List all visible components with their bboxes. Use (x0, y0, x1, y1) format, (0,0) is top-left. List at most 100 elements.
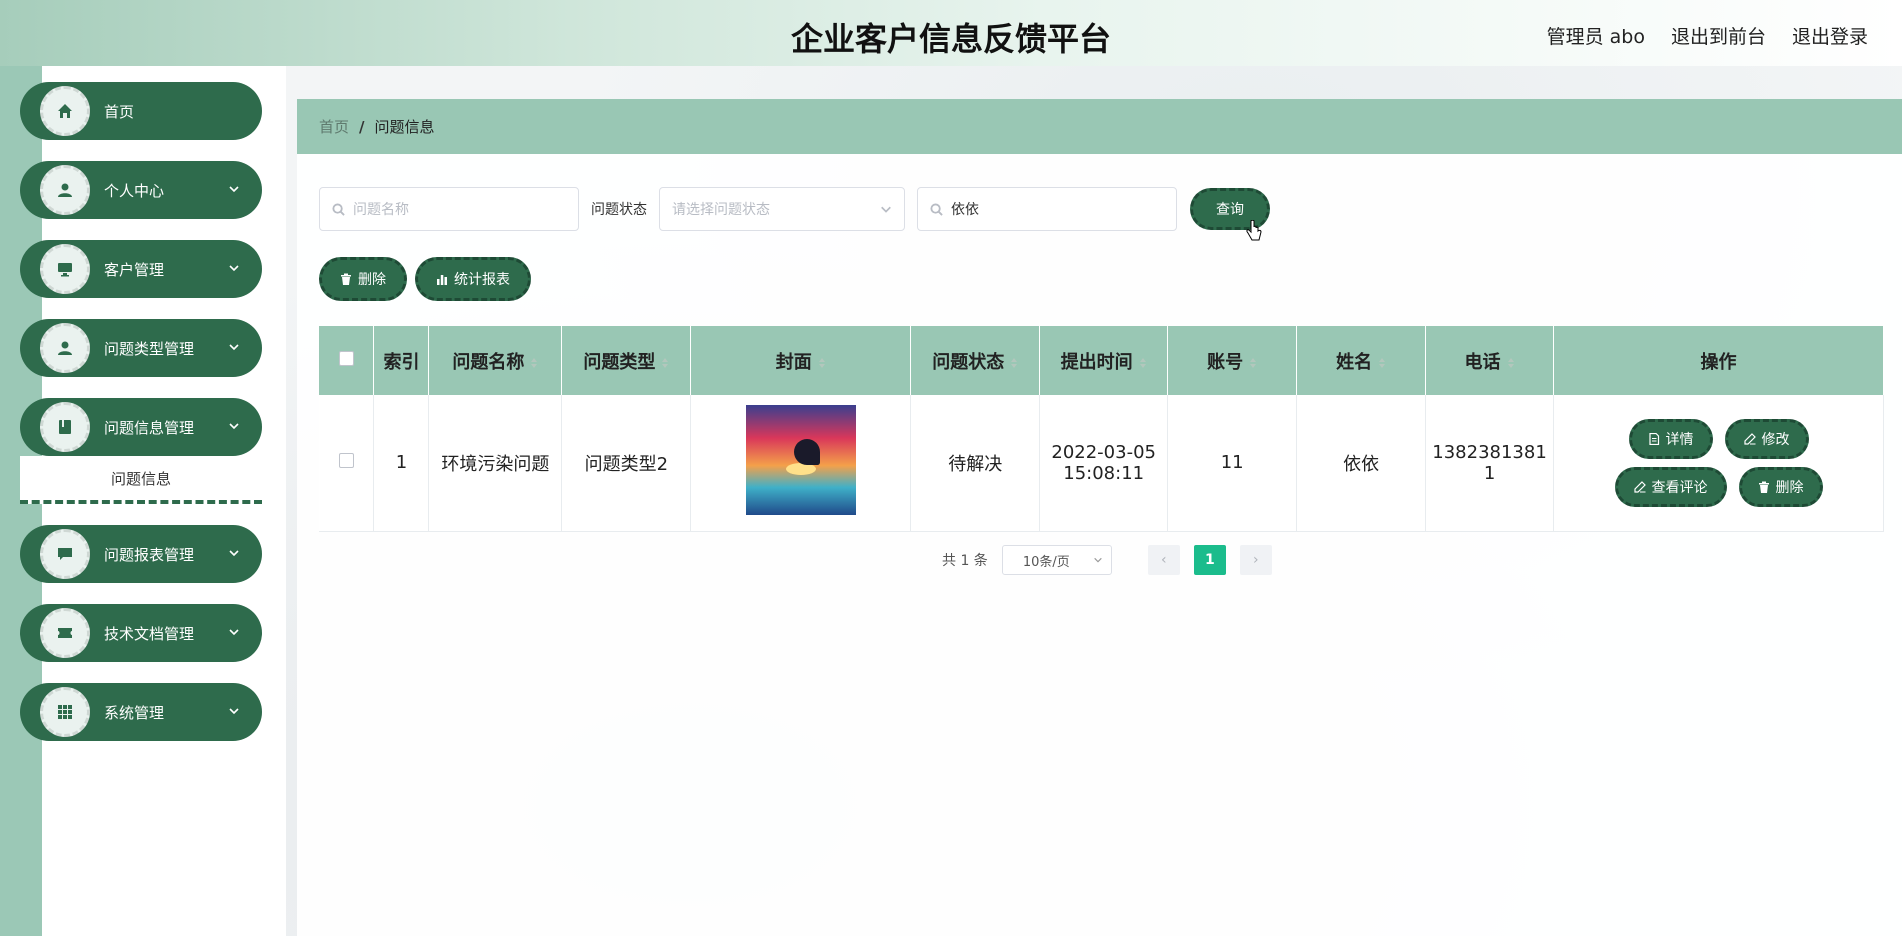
issue-name-input[interactable]: 问题名称 (319, 187, 579, 231)
document-icon (1648, 432, 1659, 445)
trash-icon (1758, 481, 1769, 493)
sort-icon (1507, 357, 1514, 368)
issue-name-placeholder: 问题名称 (353, 202, 409, 218)
select-all-header[interactable] (319, 326, 375, 395)
table-header-row: 索引 问题名称 问题类型 封面 问题状态 提出时间 账号 姓名 电话 操作 (319, 326, 1884, 395)
mouse-cursor-icon (1246, 220, 1262, 241)
sidebar-item-issue-report-management[interactable]: 问题报表管理 (20, 525, 262, 583)
detail-button[interactable]: 详情 (1628, 418, 1713, 459)
trash-icon (341, 273, 351, 285)
chevron-down-icon (1094, 557, 1102, 563)
breadcrumb-home[interactable]: 首页 (319, 116, 349, 137)
col-account[interactable]: 账号 (1167, 326, 1298, 395)
sidebar-menu: 首页 个人中心 客户管理 问题类型管理 问题信息管理 问题信息 问题报表管理 技… (20, 82, 262, 762)
search-bar: 问题名称 问题状态 请选择问题状态 依依 查询 (319, 187, 1270, 231)
col-phone[interactable]: 电话 (1425, 326, 1555, 395)
back-to-front-link[interactable]: 退出到前台 (1671, 22, 1766, 49)
sidebar-subitem-issue-info[interactable]: 问题信息 (20, 456, 262, 504)
sidebar-item-issue-type-management[interactable]: 问题类型管理 (20, 319, 262, 377)
home-icon (40, 86, 90, 136)
person-name-value: 依依 (951, 202, 979, 218)
total-count: 共 1 条 (942, 553, 988, 569)
logout-link[interactable]: 退出登录 (1792, 22, 1868, 49)
sidebar-item-home[interactable]: 首页 (20, 82, 262, 140)
sort-icon (1139, 357, 1146, 368)
breadcrumb-current: 问题信息 (374, 118, 435, 136)
sidebar-item-system-management[interactable]: 系统管理 (20, 683, 262, 741)
admin-user-label: 管理员 abo (1546, 26, 1645, 48)
cover-image[interactable] (745, 405, 856, 516)
row-delete-button[interactable]: 删除 (1738, 466, 1823, 507)
cell-person-name: 依依 (1296, 395, 1427, 532)
monitor-icon (40, 244, 90, 294)
batch-delete-button[interactable]: 删除 (319, 257, 407, 301)
edit-icon (1633, 480, 1646, 493)
user-icon (40, 323, 90, 373)
chat-icon (40, 529, 90, 579)
row-checkbox[interactable] (338, 453, 354, 469)
sort-icon (1011, 357, 1018, 368)
chevron-down-icon (229, 423, 239, 430)
col-issue-status[interactable]: 问题状态 (910, 326, 1041, 395)
sidebar-item-personal-center[interactable]: 个人中心 (20, 161, 262, 219)
person-name-input[interactable]: 依依 (917, 187, 1177, 231)
sidebar-item-customer-management[interactable]: 客户管理 (20, 240, 262, 298)
sort-icon (818, 357, 825, 368)
cell-cover (690, 395, 912, 532)
statistics-report-label: 统计报表 (454, 272, 510, 288)
col-person-name[interactable]: 姓名 (1296, 326, 1427, 395)
edit-icon (1743, 432, 1756, 445)
book-icon (40, 402, 90, 452)
col-index: 索引 (373, 326, 430, 395)
sidebar-item-label: 个人中心 (104, 181, 165, 200)
search-icon (332, 202, 345, 216)
sidebar-item-issue-info-management[interactable]: 问题信息管理 (20, 398, 262, 456)
cell-phone: 1382381381 1 (1425, 395, 1555, 532)
phone-line-2: 1 (1483, 462, 1496, 484)
user-icon (40, 165, 90, 215)
search-icon (930, 202, 943, 216)
col-issue-name[interactable]: 问题名称 (428, 326, 563, 395)
top-header: 企业客户信息反馈平台 管理员 abo 退出到前台 退出登录 (0, 0, 1902, 66)
sidebar-item-label: 问题类型管理 (104, 339, 195, 358)
chevron-down-icon (229, 186, 239, 193)
cell-submit-time: 2022-03-05 15:08:11 (1039, 395, 1169, 532)
chevron-down-icon (229, 550, 239, 557)
sidebar-item-tech-doc-management[interactable]: 技术文档管理 (20, 604, 262, 662)
cell-issue-name: 环境污染问题 (428, 395, 563, 532)
next-page-button[interactable]: › (1239, 545, 1272, 575)
chevron-down-icon (229, 265, 239, 272)
sort-icon (1379, 357, 1386, 368)
issue-status-placeholder: 请选择问题状态 (672, 202, 770, 218)
cell-issue-type: 问题类型2 (561, 395, 692, 532)
col-cover[interactable]: 封面 (690, 326, 912, 395)
select-all-checkbox[interactable] (338, 351, 354, 366)
sort-icon (1250, 357, 1257, 368)
row-select-cell[interactable] (319, 395, 375, 532)
batch-delete-label: 删除 (358, 272, 386, 288)
col-issue-type[interactable]: 问题类型 (561, 326, 692, 395)
issue-status-select[interactable]: 请选择问题状态 (659, 187, 905, 231)
pagination: 共 1 条 10条/页 ‹ 1 › (942, 545, 1272, 575)
chevron-down-icon (229, 344, 239, 351)
cell-issue-status: 待解决 (910, 395, 1041, 532)
chevron-down-icon (229, 708, 239, 715)
page-size-select[interactable]: 10条/页 (1001, 545, 1112, 575)
sidebar-item-label: 问题信息管理 (104, 418, 195, 437)
sidebar-item-label: 首页 (104, 102, 135, 121)
page-number-current[interactable]: 1 (1193, 545, 1226, 575)
table-row: 1 环境污染问题 问题类型2 待解决 2022-03-05 15:08:11 1… (319, 395, 1884, 532)
submit-clock: 15:08:11 (1063, 462, 1145, 484)
col-operations: 操作 (1553, 326, 1884, 395)
cell-index: 1 (373, 395, 430, 532)
ticket-icon (40, 608, 90, 658)
col-submit-time[interactable]: 提出时间 (1039, 326, 1169, 395)
statistics-report-button[interactable]: 统计报表 (415, 257, 531, 301)
bar-chart-icon (437, 275, 447, 285)
prev-page-button[interactable]: ‹ (1147, 545, 1180, 575)
cell-account: 11 (1167, 395, 1298, 532)
edit-button[interactable]: 修改 (1724, 418, 1809, 459)
view-comments-button[interactable]: 查看评论 (1614, 466, 1727, 507)
sidebar-item-label: 系统管理 (104, 703, 165, 722)
sidebar-item-label: 技术文档管理 (104, 624, 195, 643)
